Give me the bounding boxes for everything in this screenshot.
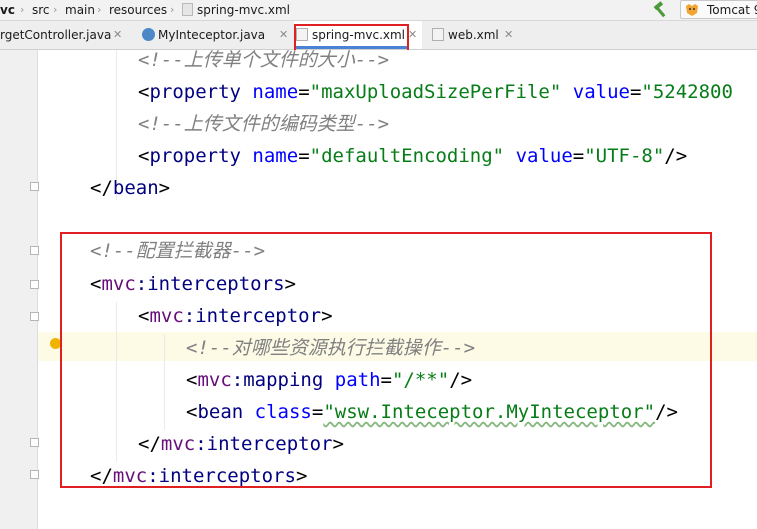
close-icon[interactable]: ✕: [113, 27, 122, 43]
tomcat-icon: [686, 4, 698, 16]
breadcrumb-file[interactable]: spring-mvc.xml: [197, 2, 290, 18]
attribute-value: "5242800: [641, 81, 733, 103]
run-configuration-selector[interactable]: Tomcat 9: [680, 0, 757, 19]
breadcrumb-separator: ›: [20, 3, 25, 16]
tag-bracket: </: [90, 177, 113, 199]
fold-marker-icon[interactable]: [30, 182, 39, 191]
close-icon[interactable]: ✕: [408, 27, 417, 43]
code-line-4: <property name="defaultEncoding" value="…: [138, 143, 687, 169]
java-class-icon: [142, 28, 155, 41]
attribute-value: "UTF-8": [584, 145, 665, 167]
attribute-value: "defaultEncoding": [309, 145, 505, 167]
attribute-name: value: [572, 81, 630, 103]
attribute-name: name: [252, 81, 299, 103]
tab-web-xml[interactable]: web.xml ✕: [424, 21, 524, 49]
attribute-equals: =: [298, 145, 310, 167]
fold-marker-icon[interactable]: [30, 312, 39, 321]
close-icon[interactable]: ✕: [279, 27, 288, 43]
attribute-equals: =: [572, 145, 585, 167]
tag-end: >: [158, 177, 171, 199]
attribute-value: "maxUploadSizePerFile": [309, 81, 562, 103]
fold-marker-icon[interactable]: [30, 280, 39, 289]
xml-file-icon: [432, 28, 444, 41]
navigation-bar: vc › src › main › resources › spring-mvc…: [0, 0, 757, 21]
xml-file-icon: [182, 3, 193, 16]
run-configuration-label: Tomcat 9: [707, 3, 757, 17]
breadcrumb-resources[interactable]: resources: [109, 2, 167, 18]
breadcrumb-project[interactable]: vc: [0, 2, 15, 18]
tag-bracket: <: [138, 145, 150, 167]
close-icon[interactable]: ✕: [504, 27, 513, 43]
tab-my-inteceptor[interactable]: MyInteceptor.java ✕: [136, 21, 294, 49]
tab-label: web.xml: [448, 28, 499, 42]
build-hammer-icon[interactable]: [651, 1, 669, 19]
breadcrumb-separator: ›: [53, 3, 58, 16]
code-line-1: <!--上传单个文件的大小-->: [138, 47, 389, 73]
fold-marker-icon[interactable]: [30, 470, 39, 479]
fold-marker-icon[interactable]: [30, 246, 39, 255]
code-line-5: </bean>: [90, 175, 170, 201]
attribute-name: value: [515, 145, 573, 167]
xml-comment: <!--上传文件的编码类型-->: [138, 113, 390, 135]
attribute-equals: =: [629, 81, 642, 103]
editor-gutter: [0, 50, 38, 529]
tag-name: bean: [112, 177, 159, 199]
tab-target-controller[interactable]: rgetController.java ✕: [0, 21, 136, 49]
code-line-2: <property name="maxUploadSizePerFile" va…: [138, 79, 733, 105]
breadcrumb-separator: ›: [97, 3, 102, 16]
annotation-box-interceptors: [60, 232, 712, 488]
xml-comment: <!--上传单个文件的大小-->: [138, 49, 390, 71]
breadcrumb-src[interactable]: src: [32, 2, 50, 18]
tag-name: property: [149, 81, 241, 103]
code-line-3: <!--上传文件的编码类型-->: [138, 111, 389, 137]
fold-marker-icon[interactable]: [30, 438, 39, 447]
tag-bracket: <: [138, 81, 150, 103]
attribute-equals: =: [298, 81, 310, 103]
tab-label: MyInteceptor.java: [158, 28, 266, 42]
tag-name: property: [149, 145, 241, 167]
attribute-name: name: [252, 145, 299, 167]
tab-label: rgetController.java: [0, 28, 112, 42]
breadcrumb-main[interactable]: main: [65, 2, 95, 18]
breadcrumb-separator: ›: [170, 3, 175, 16]
tag-end: />: [664, 145, 688, 167]
